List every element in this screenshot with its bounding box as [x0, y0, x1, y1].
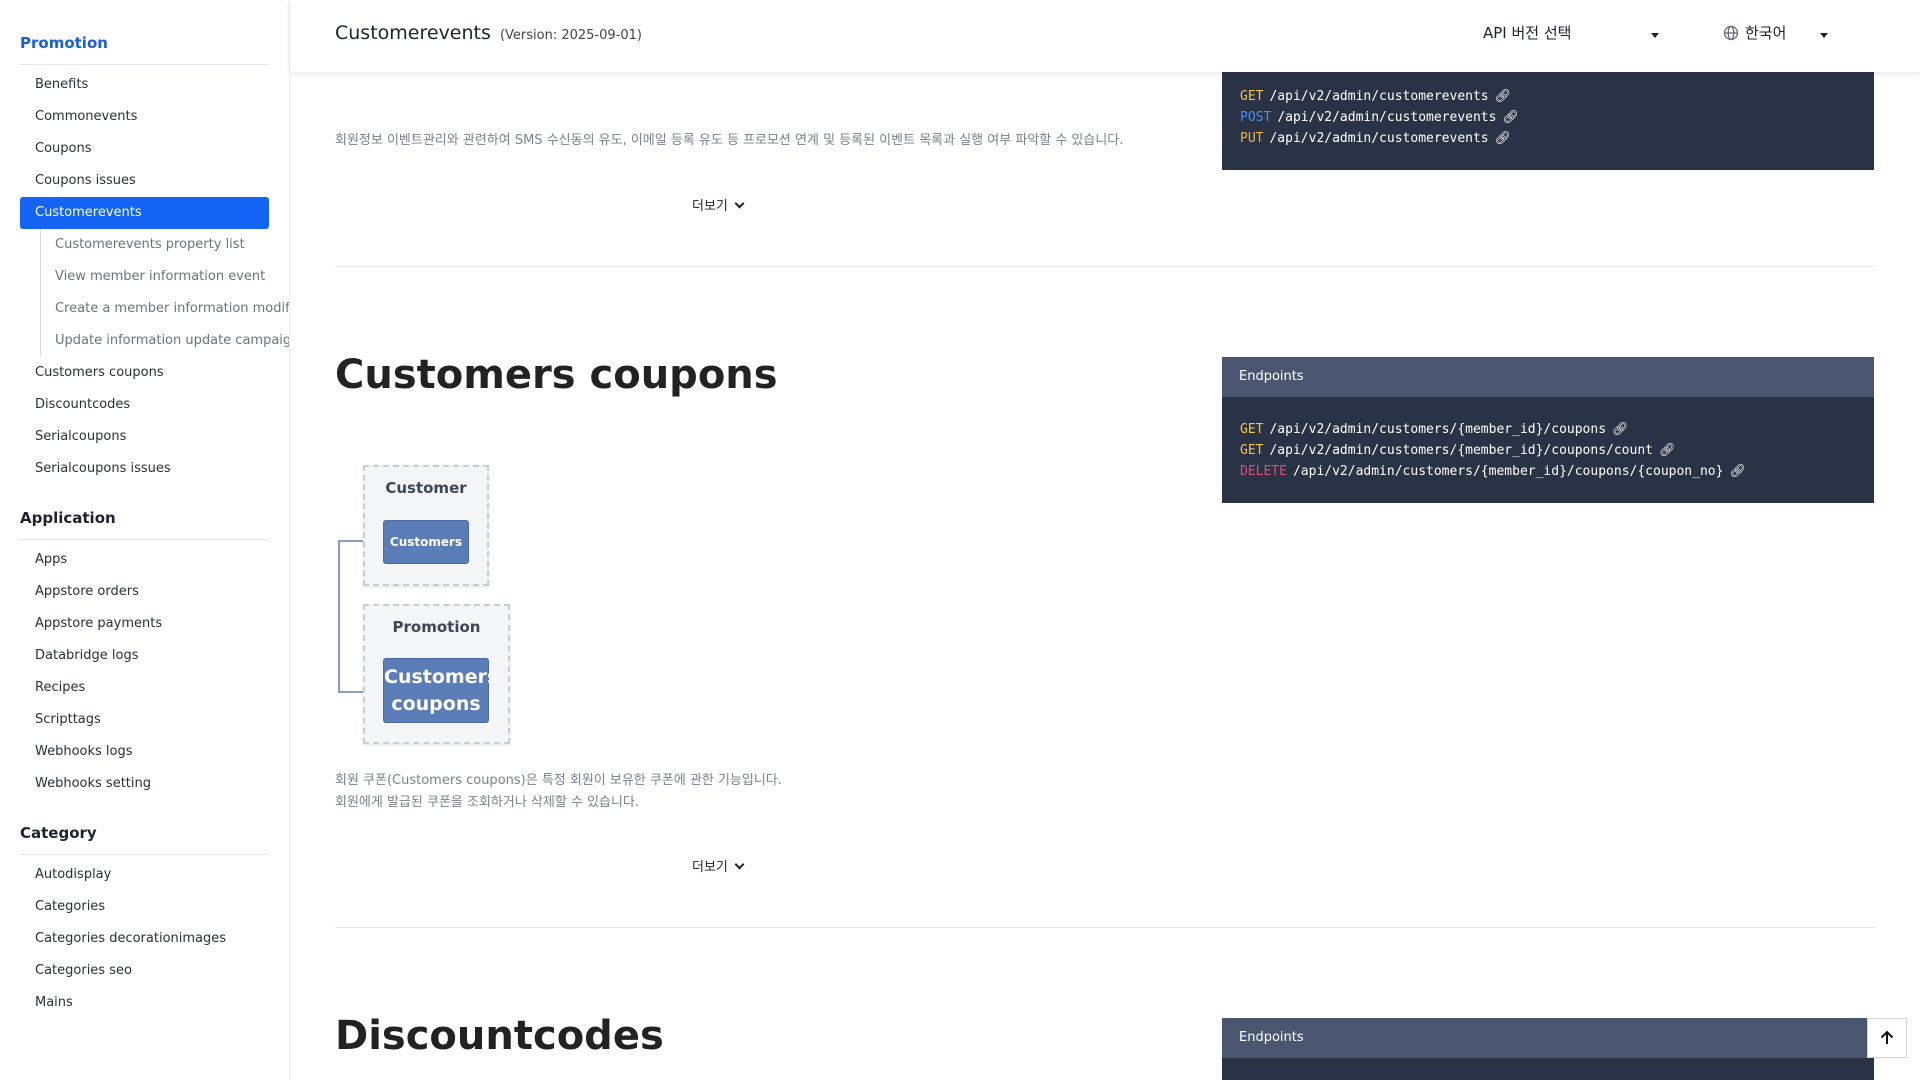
http-method: PUT: [1240, 131, 1264, 146]
endpoint-row[interactable]: GET/api/v2/admin/customers/{member_id}/c…: [1240, 419, 1856, 440]
diagram-node-customers-coupons: Customers coupons: [383, 658, 498, 723]
endpoint-row[interactable]: DELETE/api/v2/admin/customers/{member_id…: [1240, 461, 1856, 482]
http-method: GET: [1240, 443, 1264, 458]
more-button-label: 더보기: [692, 860, 728, 875]
link-icon[interactable]: 🔗︎: [1659, 440, 1676, 461]
endpoint-path[interactable]: /api/v2/admin/customerevents: [1277, 110, 1496, 125]
endpoint-row[interactable]: POST/api/v2/admin/customerevents 🔗︎: [1240, 107, 1856, 128]
http-method: DELETE: [1240, 464, 1287, 479]
endpoint-path[interactable]: /api/v2/admin/customerevents: [1269, 89, 1488, 104]
sidebar-item-apps[interactable]: Apps: [20, 544, 269, 576]
globe-icon: [1723, 25, 1739, 40]
link-icon[interactable]: 🔗︎: [1612, 419, 1629, 440]
language-select[interactable]: 한국어: [1723, 22, 1786, 43]
sidebar-item-recipes[interactable]: Recipes: [20, 672, 269, 704]
sidebar-item-coupons[interactable]: Coupons: [20, 133, 269, 165]
endpoint-path[interactable]: /api/v2/admin/customers/{member_id}/coup…: [1269, 443, 1653, 458]
sidebar-group-application: Application Apps Appstore orders Appstor…: [20, 509, 269, 800]
more-button-label: 더보기: [692, 199, 728, 214]
sidebar-subitem-property-list[interactable]: Customerevents property list: [41, 229, 289, 261]
link-icon[interactable]: 🔗︎: [1495, 86, 1512, 107]
link-icon[interactable]: 🔗︎: [1729, 461, 1746, 482]
diagram-box-label: Promotion: [392, 618, 481, 636]
chevron-down-icon: [734, 859, 745, 870]
customers-coupons-description-line2: 회원에게 발급된 쿠폰을 조회하거나 삭제할 수 있습니다.: [335, 795, 640, 810]
sidebar: Promotion Benefits Commonevents Coupons …: [0, 0, 290, 1080]
sidebar-item-autodisplay[interactable]: Autodisplay: [20, 859, 269, 891]
http-method: GET: [1240, 422, 1264, 437]
section-title-discountcodes: Discountcodes: [335, 1013, 664, 1059]
endpoint-row[interactable]: GET/api/v2/admin/customers/{member_id}/c…: [1240, 440, 1856, 461]
sidebar-item-databridge-logs[interactable]: Databridge logs: [20, 640, 269, 672]
endpoint-row[interactable]: PUT/api/v2/admin/customerevents 🔗︎: [1240, 128, 1856, 149]
sidebar-item-appstore-payments[interactable]: Appstore payments: [20, 608, 269, 640]
endpoint-row[interactable]: GET/api/v2/admin/customerevents 🔗︎: [1240, 86, 1856, 107]
section-title-customers-coupons: Customers coupons: [335, 352, 778, 398]
sidebar-item-categories-seo[interactable]: Categories seo: [20, 955, 269, 987]
sidebar-item-serialcoupons[interactable]: Serialcoupons: [20, 421, 269, 453]
sidebar-group-title[interactable]: Promotion: [20, 34, 269, 65]
sidebar-item-customers-coupons[interactable]: Customers coupons: [20, 357, 269, 389]
more-button[interactable]: 더보기: [692, 856, 745, 875]
section-divider: [335, 266, 1875, 267]
sidebar-item-categories-decorationimages[interactable]: Categories decorationimages: [20, 923, 269, 955]
sidebar-item-discountcodes[interactable]: Discountcodes: [20, 389, 269, 421]
sidebar-item-scripttags[interactable]: Scripttags: [20, 704, 269, 736]
diagram-box-label: Customer: [385, 479, 467, 497]
customerevents-endpoints-list: GET/api/v2/admin/customerevents 🔗︎ POST/a…: [1222, 72, 1874, 170]
sidebar-item-mains[interactable]: Mains: [20, 987, 269, 1019]
language-select-label: 한국어: [1745, 24, 1787, 42]
top-header: Customerevents (Version: 2025-09-01) API…: [290, 0, 1920, 72]
sidebar-item-categories[interactable]: Categories: [20, 891, 269, 923]
sidebar-subitem-update-campaign[interactable]: Update information update campaigi: [41, 325, 289, 357]
link-icon[interactable]: 🔗︎: [1502, 107, 1519, 128]
sidebar-subitem-create-event[interactable]: Create a member information modifi: [41, 293, 289, 325]
page-title-text: Customerevents: [335, 22, 491, 44]
more-button[interactable]: 더보기: [692, 195, 745, 214]
endpoints-header: Endpoints: [1222, 357, 1874, 397]
chevron-down-icon[interactable]: [1820, 33, 1828, 38]
sidebar-subitems: Customerevents property list View member…: [40, 229, 289, 357]
chevron-down-icon: [734, 198, 745, 209]
sidebar-group-promotion: Promotion Benefits Commonevents Coupons …: [20, 34, 289, 485]
sidebar-item-customerevents[interactable]: Customerevents: [20, 197, 269, 229]
sidebar-item-serialcoupons-issues[interactable]: Serialcoupons issues: [20, 453, 269, 485]
sidebar-group-title[interactable]: Category: [20, 824, 269, 855]
page-title: Customerevents (Version: 2025-09-01): [335, 22, 642, 44]
scroll-to-top-button[interactable]: [1867, 1018, 1907, 1058]
customers-coupons-endpoints-list: GET/api/v2/admin/customers/{member_id}/c…: [1222, 397, 1874, 503]
relationship-diagram: Customer Customers Promotion Customers c…: [335, 462, 515, 752]
diagram-box-customer: Customer Customers: [363, 465, 489, 586]
customerevents-description: 회원정보 이벤트관리와 관련하여 SMS 수신동의 유도, 이메일 등록 유도 …: [335, 133, 1124, 148]
diagram-node-customers: Customers: [383, 520, 469, 564]
chevron-down-icon[interactable]: [1651, 33, 1659, 38]
sidebar-item-commonevents[interactable]: Commonevents: [20, 101, 269, 133]
endpoints-header: Endpoints: [1222, 1018, 1874, 1058]
diagram-box-promotion: Promotion Customers coupons: [363, 604, 510, 744]
http-method: POST: [1240, 110, 1272, 125]
http-method: GET: [1240, 89, 1264, 104]
sidebar-subitem-view-event[interactable]: View member information event: [41, 261, 289, 293]
sidebar-item-appstore-orders[interactable]: Appstore orders: [20, 576, 269, 608]
sidebar-group-category: Category Autodisplay Categories Categori…: [20, 824, 269, 1019]
api-version-select[interactable]: API 버전 선택: [1483, 22, 1571, 43]
discountcodes-endpoints-list: [1222, 1058, 1874, 1080]
api-version-select-label: API 버전 선택: [1483, 24, 1572, 42]
sidebar-item-webhooks-logs[interactable]: Webhooks logs: [20, 736, 269, 768]
arrow-up-icon: [1880, 1030, 1894, 1044]
endpoint-path[interactable]: /api/v2/admin/customers/{member_id}/coup…: [1269, 422, 1606, 437]
sidebar-item-webhooks-setting[interactable]: Webhooks setting: [20, 768, 269, 800]
version-label: (Version: 2025-09-01): [499, 28, 642, 43]
endpoint-path[interactable]: /api/v2/admin/customers/{member_id}/coup…: [1293, 464, 1723, 479]
section-divider: [335, 927, 1875, 928]
sidebar-group-title[interactable]: Application: [20, 509, 269, 540]
link-icon[interactable]: 🔗︎: [1495, 128, 1512, 149]
customers-coupons-description-line1: 회원 쿠폰(Customers coupons)은 특정 회원이 보유한 쿠폰에…: [335, 773, 782, 788]
sidebar-item-benefits[interactable]: Benefits: [20, 69, 269, 101]
sidebar-item-coupons-issues[interactable]: Coupons issues: [20, 165, 269, 197]
endpoint-path[interactable]: /api/v2/admin/customerevents: [1269, 131, 1488, 146]
